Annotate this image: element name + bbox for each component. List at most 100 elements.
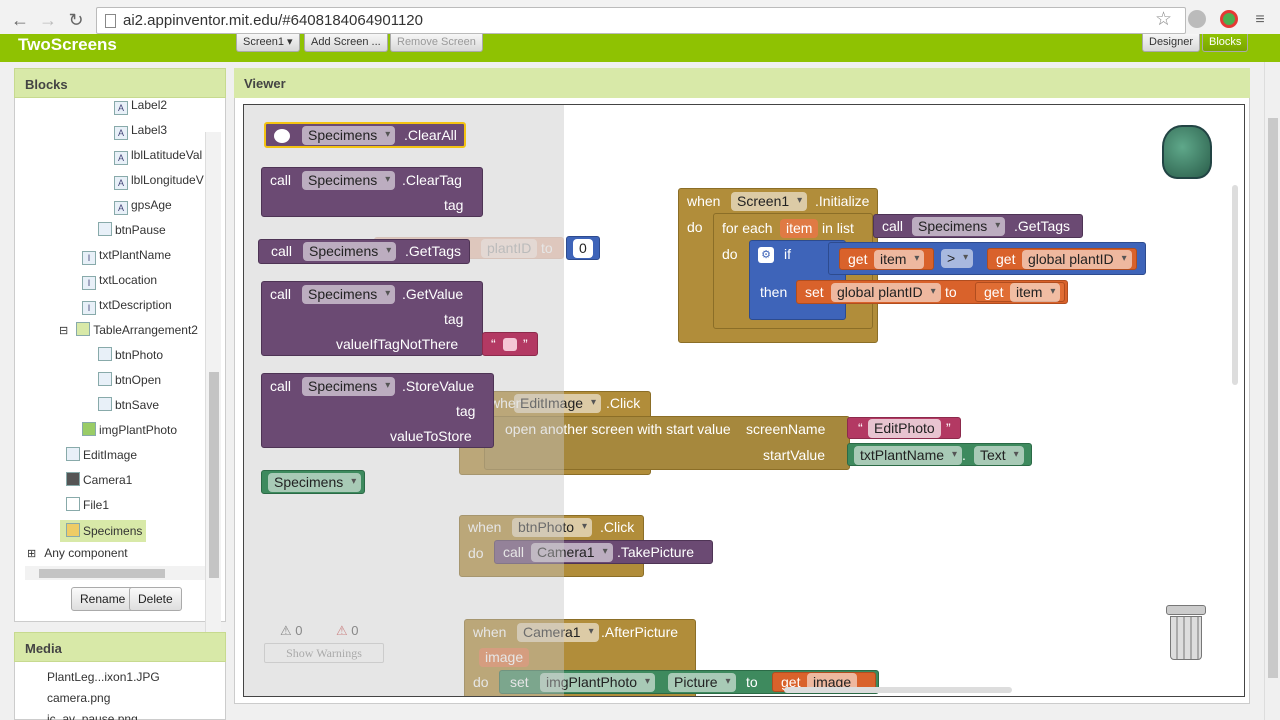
- bookmark-star-icon[interactable]: ☆: [1155, 8, 1172, 31]
- collapse-icon[interactable]: ⊟: [59, 325, 68, 337]
- tree-item-label3[interactable]: A Label3: [114, 121, 167, 140]
- cleartag-block[interactable]: call Specimens .ClearTag tag: [261, 167, 483, 217]
- blocks-flyout: Specimens .ClearAll call Specimens .Clea…: [244, 105, 564, 696]
- media-item[interactable]: PlantLeg...ixon1.JPG: [47, 668, 160, 686]
- component-dropdown[interactable]: Specimens: [302, 377, 396, 396]
- delete-button[interactable]: Delete: [129, 587, 182, 611]
- project-title: TwoScreens: [18, 35, 117, 54]
- item-variable[interactable]: item: [780, 219, 819, 238]
- storevalue-block[interactable]: call Specimens .StoreValue tag valueToSt…: [261, 373, 494, 448]
- trash-icon[interactable]: [1166, 605, 1206, 661]
- gear-icon[interactable]: ⚙: [758, 247, 774, 263]
- gettags-block[interactable]: call Specimens .GetTags: [258, 239, 470, 264]
- blocks-button[interactable]: Blocks: [1202, 34, 1249, 52]
- tree-item-file1[interactable]: File1: [66, 496, 109, 514]
- url-text: ai2.appinventor.mit.edu/#640818406490112…: [123, 12, 423, 29]
- get-item-block[interactable]: get item: [975, 282, 1065, 302]
- get-global-block[interactable]: get global plantID: [987, 248, 1137, 270]
- tree-item-btnpause[interactable]: btnPause: [98, 221, 166, 239]
- component-dropdown[interactable]: Specimens: [302, 171, 396, 190]
- show-warnings-button[interactable]: Show Warnings: [264, 643, 384, 663]
- designer-button[interactable]: Designer: [1142, 34, 1201, 52]
- scroll-thumb[interactable]: [1268, 118, 1278, 678]
- text-value[interactable]: EditPhoto: [868, 419, 941, 438]
- tree-item-tablearrangement2[interactable]: ⊟ TableArrangement2: [59, 321, 205, 339]
- chrome-extension-icon[interactable]: [1220, 10, 1238, 28]
- workspace-horizontal-scrollbar[interactable]: [784, 687, 1012, 693]
- app-header: TwoScreens Screen1 ▾ Add Screen ... Remo…: [0, 34, 1280, 62]
- get-item-block[interactable]: get item: [839, 248, 934, 270]
- property-dropdown[interactable]: Picture: [668, 673, 736, 692]
- page-vertical-scrollbar[interactable]: [1264, 62, 1280, 720]
- tree-item-lbllongitude[interactable]: AlblLongitudeV: [114, 171, 204, 190]
- scroll-thumb[interactable]: [39, 569, 165, 578]
- compare-block[interactable]: get item > get global plantID: [828, 242, 1146, 275]
- component-dropdown[interactable]: Specimens: [268, 473, 362, 492]
- component-dropdown[interactable]: Screen1: [731, 192, 808, 211]
- text-property-block[interactable]: txtPlantName . Text: [847, 443, 1032, 466]
- viewer-panel: Viewer when Screen1 .Initialize do for e…: [234, 68, 1250, 704]
- variable-dropdown[interactable]: global plantID: [831, 283, 941, 302]
- extension-icon[interactable]: [1188, 10, 1206, 28]
- component-dropdown[interactable]: Specimens: [302, 126, 396, 145]
- media-item[interactable]: camera.png: [47, 689, 110, 707]
- backpack-icon[interactable]: [1162, 125, 1212, 179]
- component-dropdown[interactable]: Specimens: [302, 285, 396, 304]
- menu-icon[interactable]: ≡: [1248, 8, 1272, 32]
- tree-item-imgplantphoto[interactable]: imgPlantPhoto: [82, 421, 177, 439]
- text-block[interactable]: “ EditPhoto ”: [847, 417, 961, 439]
- rename-button[interactable]: Rename: [71, 587, 135, 611]
- tree-item-btnphoto[interactable]: btnPhoto: [98, 346, 163, 364]
- textbox-icon: I: [82, 276, 96, 290]
- specimens-component-block[interactable]: Specimens: [261, 470, 365, 494]
- tree-item-txtplantname[interactable]: ItxtPlantName: [82, 246, 171, 265]
- number-block[interactable]: 0: [566, 236, 600, 260]
- tree-item-editimage[interactable]: EditImage: [66, 446, 137, 464]
- camera-icon: [66, 472, 80, 486]
- media-item[interactable]: ic_av_pause.png: [47, 710, 138, 720]
- reload-icon[interactable]: ↻: [64, 8, 88, 32]
- blocks-workspace[interactable]: when Screen1 .Initialize do for each ite…: [243, 104, 1245, 697]
- remove-screen-button[interactable]: Remove Screen: [390, 34, 483, 52]
- empty-text-field[interactable]: [503, 338, 517, 351]
- gettags-call-block[interactable]: call Specimens .GetTags: [873, 214, 1083, 238]
- forward-arrow-icon[interactable]: →: [36, 8, 60, 32]
- empty-text-block[interactable]: “ ”: [482, 332, 538, 356]
- variable-dropdown[interactable]: item: [1010, 283, 1061, 302]
- tree-item-any-component[interactable]: ⊞ Any component: [27, 544, 128, 562]
- clearall-block[interactable]: Specimens .ClearAll: [264, 122, 466, 148]
- tree-vertical-scrollbar[interactable]: [205, 132, 221, 664]
- tree-item-specimens[interactable]: Specimens: [60, 520, 147, 542]
- set-global-block[interactable]: set global plantID to get item: [796, 280, 1068, 304]
- expand-icon[interactable]: ⊞: [27, 548, 36, 560]
- variable-dropdown[interactable]: item: [874, 250, 925, 269]
- table-icon: [76, 322, 91, 336]
- tree-item-txtdescription[interactable]: ItxtDescription: [82, 296, 172, 315]
- operator-dropdown[interactable]: >: [941, 249, 974, 268]
- getvalue-block[interactable]: call Specimens .GetValue tag valueIfTagN…: [261, 281, 483, 356]
- blocks-panel: A Label2 A Label3 AlblLatitudeVal AlblLong…: [14, 96, 226, 664]
- component-dropdown[interactable]: Specimens: [303, 242, 397, 261]
- tree-item-btnsave[interactable]: btnSave: [98, 396, 159, 414]
- screen-dropdown[interactable]: Screen1 ▾: [236, 34, 300, 52]
- number-value[interactable]: 0: [573, 239, 593, 258]
- media-panel-header: Media: [14, 632, 226, 662]
- address-bar[interactable]: ai2.appinventor.mit.edu/#640818406490112…: [96, 7, 1186, 34]
- scroll-thumb[interactable]: [209, 372, 219, 578]
- tree-horizontal-scrollbar[interactable]: [25, 566, 205, 580]
- back-arrow-icon[interactable]: ←: [8, 8, 32, 32]
- tree-item-label2[interactable]: A Label2: [114, 96, 167, 115]
- component-dropdown[interactable]: txtPlantName: [854, 446, 963, 465]
- tree-item-gpsage[interactable]: AgpsAge: [114, 196, 172, 215]
- property-dropdown[interactable]: Text: [974, 446, 1024, 465]
- tree-item-btnopen[interactable]: btnOpen: [98, 371, 161, 389]
- add-screen-button[interactable]: Add Screen ...: [304, 34, 388, 52]
- tree-item-lbllatitude[interactable]: AlblLatitudeVal: [114, 146, 202, 165]
- workspace-vertical-scrollbar[interactable]: [1232, 185, 1238, 385]
- variable-dropdown[interactable]: global plantID: [1022, 250, 1132, 269]
- tree-item-txtlocation[interactable]: ItxtLocation: [82, 271, 157, 290]
- component-dropdown[interactable]: Specimens: [912, 217, 1006, 236]
- viewer-header: Viewer: [234, 68, 1250, 98]
- tree-item-camera1[interactable]: Camera1: [66, 471, 132, 489]
- button-icon: [98, 347, 112, 361]
